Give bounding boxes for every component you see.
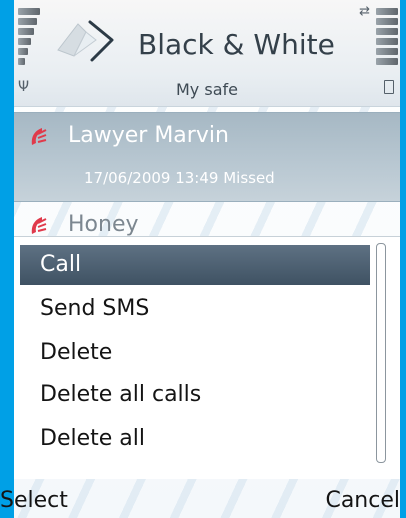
list-item[interactable]: Honey: [14, 206, 400, 237]
lock-icon: [384, 80, 394, 94]
missed-call-icon: [31, 217, 47, 234]
menu-item-label: Delete all: [40, 426, 145, 451]
menu-scrollbar[interactable]: [376, 243, 386, 463]
menu-item-delete-all[interactable]: Delete all: [20, 419, 370, 459]
menu-item-label: Call: [40, 252, 82, 277]
menu-item-label: Delete all calls: [40, 382, 202, 407]
black-white-app-icon: [57, 20, 114, 62]
contact-name: Honey: [68, 212, 139, 237]
softkey-bar: Select Cancel: [0, 478, 406, 518]
battery-level-icon: [376, 8, 398, 68]
phone-screen: Black & White ⇄ Ψ My safe Lawyer Marvin …: [14, 0, 400, 518]
menu-item-delete-all-calls[interactable]: Delete all calls: [20, 375, 370, 415]
signal-strength-icon: [18, 8, 40, 68]
menu-item-label: Send SMS: [40, 296, 150, 321]
contact-name: Lawyer Marvin: [68, 123, 229, 148]
app-title: Black & White: [138, 28, 335, 61]
list-item-selected[interactable]: Lawyer Marvin 17/06/2009 13:49 Missed: [14, 112, 400, 202]
menu-item-label: Delete: [40, 340, 113, 365]
status-bar: Black & White ⇄ Ψ My safe: [14, 0, 400, 107]
options-menu: Call Send SMS Delete Delete all calls De…: [14, 236, 400, 479]
cancel-softkey[interactable]: Cancel: [325, 488, 400, 513]
data-connection-icon: ⇄: [359, 4, 370, 19]
select-softkey[interactable]: Select: [0, 488, 68, 513]
page-subtitle: My safe: [176, 80, 238, 99]
menu-item-delete[interactable]: Delete: [20, 333, 370, 373]
menu-item-call[interactable]: Call: [20, 245, 370, 285]
missed-call-icon: [31, 128, 47, 145]
menu-item-send-sms[interactable]: Send SMS: [20, 289, 370, 329]
call-detail: 17/06/2009 13:49 Missed: [84, 169, 275, 187]
